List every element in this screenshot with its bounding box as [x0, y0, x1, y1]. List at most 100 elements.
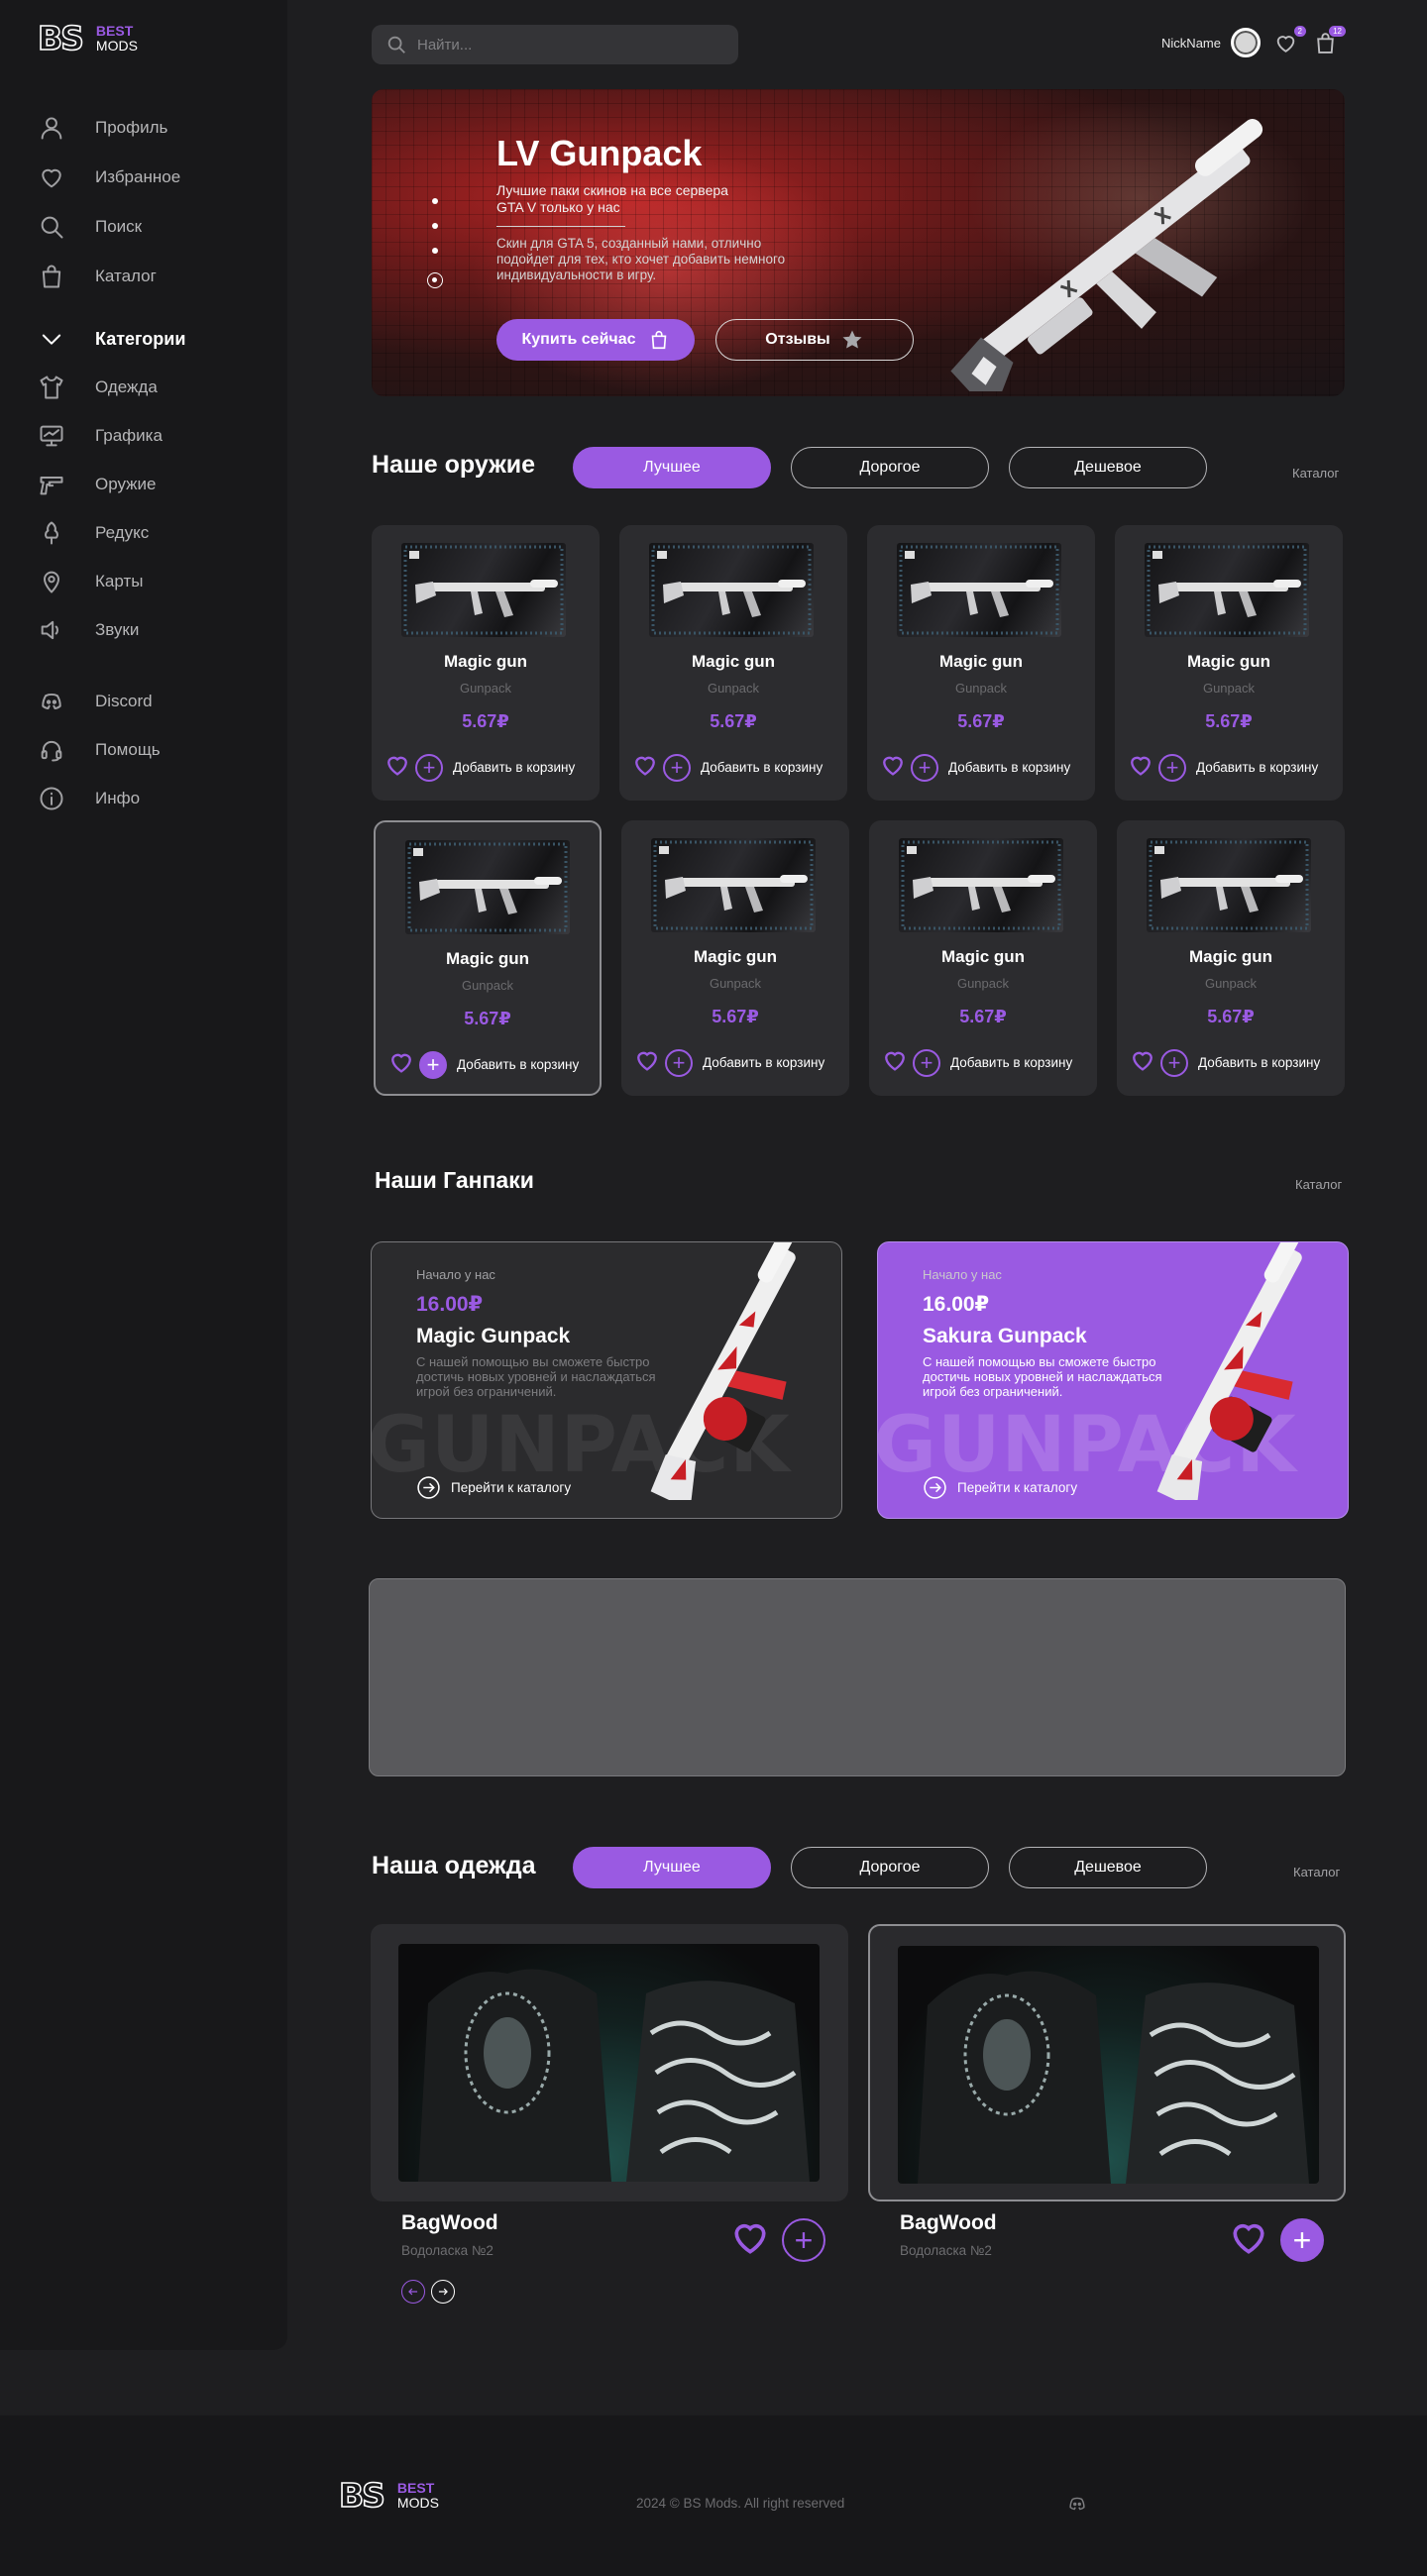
clothes-catalog-link[interactable]: Каталог [1293, 1865, 1340, 1879]
sidebar-categories-toggle[interactable]: Категории [38, 324, 185, 354]
heart-icon [1233, 2223, 1264, 2254]
add-to-cart-label[interactable]: Добавить в корзину [948, 760, 1070, 775]
add-to-cart-button[interactable]: + [419, 1050, 447, 1079]
tree-icon [45, 521, 58, 545]
weapon-name: Magic gun [938, 652, 1024, 671]
slider-dot-active[interactable] [427, 272, 443, 288]
sidebar-item-favorites[interactable]: Избранное [38, 162, 180, 192]
rifle-thumbnail [403, 545, 564, 635]
add-to-cart-button[interactable]: + [415, 753, 443, 782]
search-bar[interactable] [372, 25, 738, 64]
plus-icon: + [1292, 2221, 1312, 2258]
tab-weapons-cheap[interactable]: Дешевое [1009, 447, 1207, 488]
categories-label: Категории [95, 328, 186, 349]
favorite-button[interactable] [881, 1046, 909, 1079]
add-to-cart-button[interactable]: + [1158, 753, 1186, 782]
favorite-button[interactable] [1129, 1046, 1156, 1079]
weapon-price: 5.67₽ [959, 1007, 1007, 1026]
favorite-button[interactable] [1227, 2215, 1270, 2264]
avatar[interactable] [1231, 28, 1261, 57]
sidebar-item-maps[interactable]: Карты [38, 567, 143, 596]
add-to-cart-button[interactable]: + [665, 1048, 693, 1077]
favorite-button[interactable] [631, 751, 659, 784]
footer-discord-link[interactable] [1066, 2493, 1088, 2520]
add-to-cart-button[interactable]: + [1160, 1048, 1188, 1077]
add-to-cart-label[interactable]: Добавить в корзину [950, 1055, 1072, 1070]
gunpack-price: 16.00₽ [416, 1293, 484, 1316]
sidebar-item-graphics[interactable]: Графика [38, 421, 163, 451]
tab-weapons-best[interactable]: Лучшее [573, 447, 771, 488]
add-to-cart-label[interactable]: Добавить в корзину [453, 760, 575, 775]
add-to-cart-button[interactable]: + [1280, 2217, 1324, 2262]
reviews-button[interactable]: Отзывы [715, 319, 914, 361]
prev-page-button[interactable] [401, 2280, 425, 2304]
add-to-cart-label[interactable]: Добавить в корзину [1196, 760, 1318, 775]
sidebar-item-clothes[interactable]: Одежда [38, 373, 158, 402]
add-to-cart-label[interactable]: Добавить в корзину [701, 760, 823, 775]
favorite-button[interactable] [633, 1046, 661, 1079]
add-to-cart-label[interactable]: Добавить в корзину [1198, 1055, 1320, 1070]
logo[interactable]: BS BEST MODS [37, 21, 138, 55]
favorite-button[interactable] [387, 1048, 415, 1081]
search-input[interactable] [417, 36, 714, 54]
sidebar-item-search[interactable]: Поиск [38, 212, 142, 242]
reviews-label: Отзывы [765, 331, 830, 348]
sidebar-item-profile[interactable]: Профиль [38, 113, 167, 143]
slider-dot[interactable] [432, 223, 438, 229]
gunpacks-catalog-link[interactable]: Каталог [1295, 1177, 1342, 1192]
gunpack-card[interactable]: GUNPACK Начало у нас 16.00₽ Magic Gunpac… [371, 1241, 842, 1519]
favorite-button[interactable] [384, 751, 411, 784]
weapon-card[interactable]: Magic gun Gunpack 5.67₽ + Добавить в корзину [372, 525, 600, 801]
weapon-card[interactable]: Magic gun Gunpack 5.67₽ + Добавить в корзину [374, 820, 602, 1096]
next-page-button[interactable] [431, 2280, 455, 2304]
rifle-thumbnail [407, 842, 568, 932]
favorites-count-badge: 2 [1293, 26, 1306, 37]
favorite-button[interactable] [1127, 751, 1154, 784]
clothing-card[interactable] [868, 1924, 1346, 2201]
add-to-cart-button[interactable]: + [911, 753, 938, 782]
favorite-button[interactable] [879, 751, 907, 784]
weapon-card[interactable]: Magic gun Gunpack 5.67₽ + Добавить в корзину [619, 525, 847, 801]
sidebar-item-info[interactable]: Инфо [38, 784, 140, 813]
sidebar-item-discord[interactable]: Discord [38, 687, 153, 716]
logo-line1: BEST [95, 22, 134, 39]
clothing-card[interactable] [371, 1924, 848, 2201]
weapons-catalog-link[interactable]: Каталог [1292, 466, 1339, 481]
weapon-card[interactable]: Magic gun Gunpack 5.67₽ + Добавить в корзину [621, 820, 849, 1096]
sidebar-item-weapons[interactable]: Оружие [38, 470, 157, 499]
add-to-cart-label[interactable]: Добавить в корзину [457, 1057, 579, 1072]
gunpack-catalog-link[interactable]: Перейти к каталогу [923, 1475, 1077, 1500]
gunpack-catalog-link[interactable]: Перейти к каталогу [416, 1475, 571, 1500]
sidebar-item-sounds[interactable]: Звуки [38, 615, 139, 645]
sidebar-item-label: Помощь [95, 740, 161, 759]
slider-dot[interactable] [432, 198, 438, 204]
add-to-cart-button[interactable]: + [782, 2217, 825, 2262]
user-nickname[interactable]: NickName [1161, 36, 1221, 51]
sidebar-item-label: Графика [95, 426, 163, 445]
plus-icon: + [918, 754, 932, 780]
favorite-button[interactable] [728, 2215, 772, 2264]
add-to-cart-button[interactable]: + [663, 753, 691, 782]
weapon-card[interactable]: Magic gun Gunpack 5.67₽ + Добавить в корзину [1115, 525, 1343, 801]
tab-weapons-expensive[interactable]: Дорогое [791, 447, 989, 488]
sidebar-item-help[interactable]: Помощь [38, 735, 161, 765]
weapon-card[interactable]: Magic gun Gunpack 5.67₽ + Добавить в корзину [1117, 820, 1345, 1096]
hero-slider-dots[interactable] [427, 198, 443, 288]
add-to-cart-button[interactable]: + [913, 1048, 940, 1077]
tab-clothes-best[interactable]: Лучшее [573, 1847, 771, 1888]
hero-subtitle: Лучшие паки скинов на все сервера GTA V … [496, 182, 728, 215]
favorites-button[interactable]: 2 [1270, 26, 1306, 57]
cart-button[interactable]: 12 [1310, 26, 1346, 57]
sidebar-item-redux[interactable]: Редукс [38, 518, 149, 548]
buy-now-button[interactable]: Купить сейчас [496, 319, 695, 361]
gunpack-card[interactable]: GUNPACK Начало у нас 16.00₽ Sakura Gunpa… [877, 1241, 1349, 1519]
tab-clothes-expensive[interactable]: Дорогое [791, 1847, 989, 1888]
weapon-card[interactable]: Magic gun Gunpack 5.67₽ + Добавить в корзину [869, 820, 1097, 1096]
weapon-card[interactable]: Magic gun Gunpack 5.67₽ + Добавить в корзину [867, 525, 1095, 801]
sidebar-item-catalog[interactable]: Каталог [38, 262, 157, 291]
tab-clothes-cheap[interactable]: Дешевое [1009, 1847, 1207, 1888]
add-to-cart-label[interactable]: Добавить в корзину [703, 1055, 824, 1070]
slider-dot[interactable] [432, 248, 438, 254]
footer-logo[interactable]: BS BEST MODS [338, 2478, 439, 2513]
cart-count-badge: 12 [1329, 26, 1346, 37]
